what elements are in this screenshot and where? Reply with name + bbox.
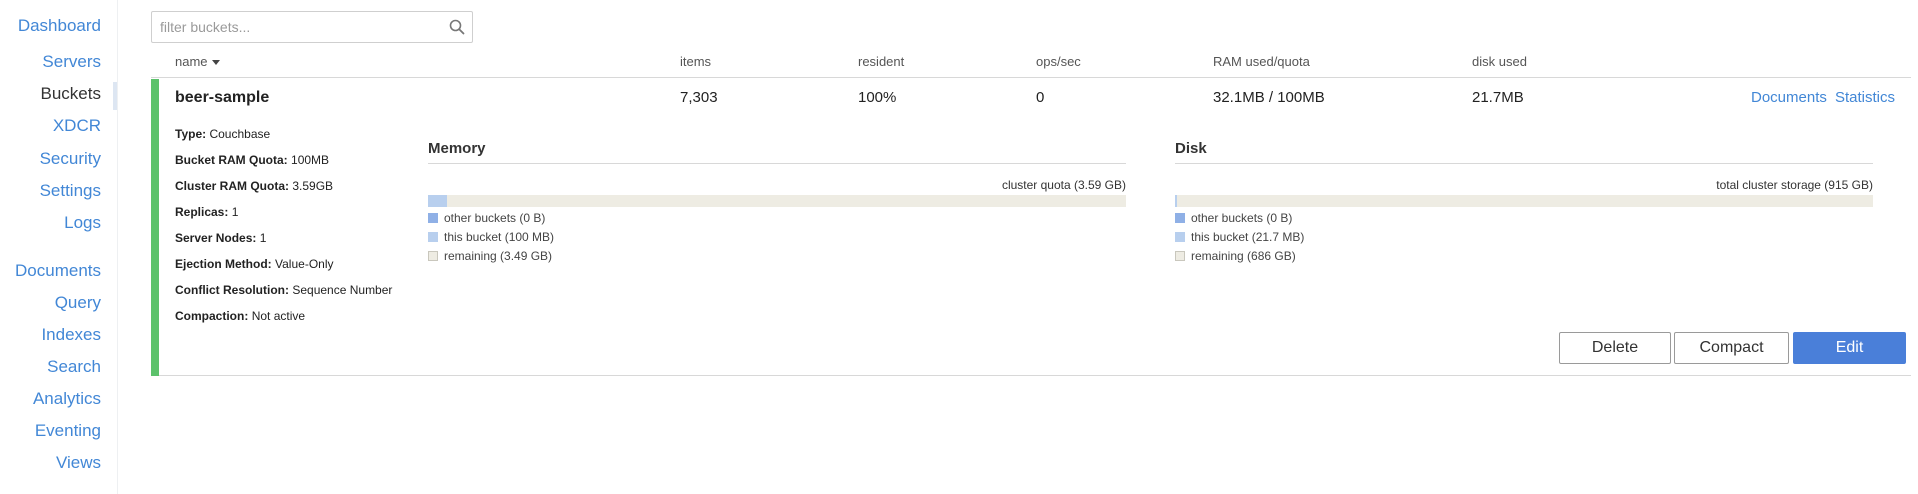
disk-quota-label: total cluster storage (915 GB) [1716,178,1873,192]
detail-bucket-ram-quota: Bucket RAM Quota: 100MB [175,153,329,167]
legend-swatch-this [1175,232,1185,242]
detail-ejection-method-value: Value-Only [275,257,334,271]
sidebar-item-logs[interactable]: Logs [64,213,101,233]
bucket-row: beer-sample 7,303 100% 0 32.1MB / 100MB … [151,79,1911,376]
sidebar-nav: Dashboard Servers Buckets XDCR Security … [0,0,118,494]
memory-usage-panel: Memory cluster quota (3.59 GB) other buc… [428,140,1126,264]
detail-ejection-method: Ejection Method: Value-Only [175,257,334,271]
compact-button[interactable]: Compact [1674,332,1789,364]
filter-buckets-field [151,11,473,43]
sort-caret-down-icon [211,60,220,66]
detail-compaction-value: Not active [251,309,306,323]
detail-cluster-ram-quota-value: 3.59GB [292,179,334,193]
detail-type-value: Couchbase [209,127,271,141]
column-header-name-label: name [175,54,208,69]
detail-compaction: Compaction: Not active [175,309,305,323]
detail-replicas-label: Replicas: [175,205,229,219]
detail-server-nodes-label: Server Nodes: [175,231,257,245]
memory-panel-title: Memory [428,140,1126,164]
memory-legend-remaining: remaining (3.49 GB) [428,249,1126,264]
detail-conflict-resolution-label: Conflict Resolution: [175,283,289,297]
detail-conflict-resolution-value: Sequence Number [292,283,393,297]
detail-bucket-ram-quota-value: 100MB [291,153,330,167]
statistics-link[interactable]: Statistics [1835,89,1895,106]
column-header-ram[interactable]: RAM used/quota [1213,54,1310,69]
detail-server-nodes: Server Nodes: 1 [175,231,266,245]
search-icon[interactable] [448,18,466,36]
column-header-disk[interactable]: disk used [1472,54,1527,69]
active-indicator [113,82,117,110]
detail-server-nodes-value: 1 [259,231,267,245]
sidebar-item-security[interactable]: Security [40,149,101,169]
documents-link[interactable]: Documents [1751,89,1827,106]
column-header-ops[interactable]: ops/sec [1036,54,1081,69]
sidebar-item-indexes[interactable]: Indexes [41,325,101,345]
memory-quota-label: cluster quota (3.59 GB) [1001,178,1126,192]
disk-legend-remaining: remaining (686 GB) [1175,249,1873,264]
detail-bucket-ram-quota-label: Bucket RAM Quota: [175,153,288,167]
disk-legend-remaining-label: remaining (686 GB) [1191,249,1296,263]
legend-swatch-this [428,232,438,242]
bucket-disk: 21.7MB [1472,89,1524,106]
disk-legend-this-label: this bucket (21.7 MB) [1191,230,1305,244]
buckets-table-header: name items resident ops/sec RAM used/quo… [151,52,1911,78]
sidebar-item-xdcr[interactable]: XDCR [53,116,101,136]
disk-legend-other: other buckets (0 B) [1175,211,1873,226]
detail-type-label: Type: [175,127,207,141]
detail-compaction-label: Compaction: [175,309,249,323]
disk-usage-panel: Disk total cluster storage (915 GB) othe… [1175,140,1873,264]
bucket-items: 7,303 [680,89,718,106]
detail-replicas: Replicas: 1 [175,205,238,219]
detail-conflict-resolution: Conflict Resolution: Sequence Number [175,283,392,297]
sidebar-item-buckets[interactable]: Buckets [41,84,101,104]
memory-legend-remaining-label: remaining (3.49 GB) [444,249,553,263]
column-header-name[interactable]: name [175,54,220,69]
sidebar-item-analytics[interactable]: Analytics [33,389,101,409]
detail-cluster-ram-quota: Cluster RAM Quota: 3.59GB [175,179,333,193]
sidebar-item-views[interactable]: Views [56,453,101,473]
memory-this-bucket-fill [428,195,447,207]
disk-this-bucket-fill [1175,195,1177,207]
memory-legend-other-label: other buckets (0 B) [444,211,546,225]
detail-ejection-method-label: Ejection Method: [175,257,272,271]
legend-swatch-remaining [428,251,438,261]
disk-usage-bar [1175,195,1873,207]
memory-usage-bar [428,195,1126,207]
disk-legend-this: this bucket (21.7 MB) [1175,230,1873,245]
sidebar-item-query[interactable]: Query [55,293,101,313]
delete-button[interactable]: Delete [1559,332,1671,364]
detail-type: Type: Couchbase [175,127,270,141]
sidebar-item-servers[interactable]: Servers [42,52,101,72]
memory-legend-other: other buckets (0 B) [428,211,1126,226]
disk-panel-title: Disk [1175,140,1873,164]
sidebar-item-eventing[interactable]: Eventing [35,421,101,441]
bucket-resident: 100% [858,89,897,106]
bucket-ops: 0 [1036,89,1045,106]
bucket-name[interactable]: beer-sample [175,89,269,107]
detail-replicas-value: 1 [231,205,239,219]
column-header-resident[interactable]: resident [858,54,904,69]
sidebar-item-settings[interactable]: Settings [40,181,101,201]
memory-legend-this: this bucket (100 MB) [428,230,1126,245]
edit-button[interactable]: Edit [1793,332,1906,364]
legend-swatch-other [428,213,438,223]
bucket-ram: 32.1MB / 100MB [1213,89,1325,106]
legend-swatch-remaining [1175,251,1185,261]
memory-legend-this-label: this bucket (100 MB) [444,230,555,244]
sidebar-item-search[interactable]: Search [47,357,101,377]
disk-legend-other-label: other buckets (0 B) [1191,211,1293,225]
filter-buckets-input[interactable] [152,12,432,42]
bucket-status-indicator [151,79,159,376]
column-header-items[interactable]: items [680,54,711,69]
legend-swatch-other [1175,213,1185,223]
sidebar-item-dashboard[interactable]: Dashboard [18,16,101,36]
sidebar-item-documents[interactable]: Documents [15,261,101,281]
detail-cluster-ram-quota-label: Cluster RAM Quota: [175,179,289,193]
